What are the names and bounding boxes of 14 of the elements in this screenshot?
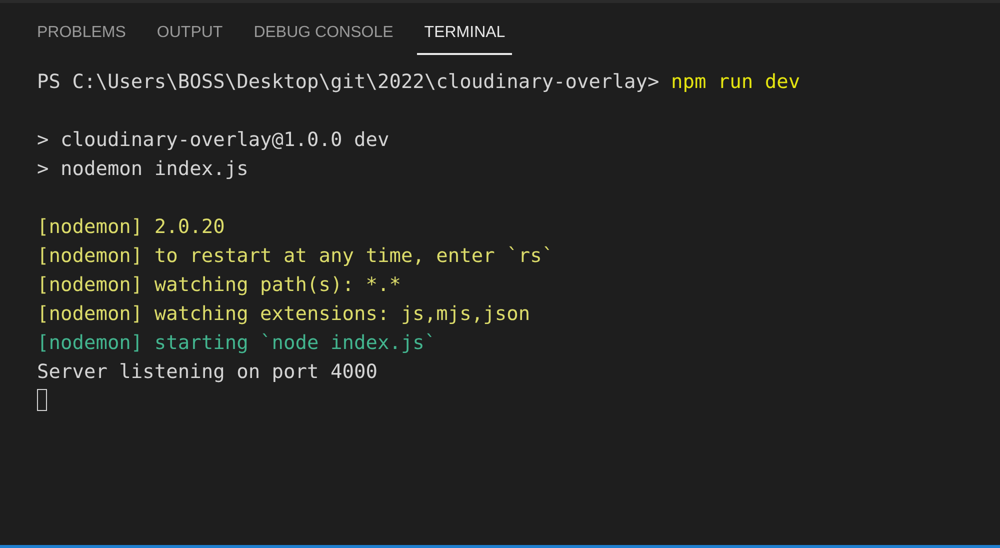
command-text: npm run dev (670, 70, 800, 93)
output-line: > nodemon index.js (37, 157, 248, 180)
output-line: [nodemon] 2.0.20 (37, 215, 225, 238)
output-line: [nodemon] starting `node index.js` (37, 331, 436, 354)
panel-tab[interactable]: OUTPUT (150, 11, 230, 55)
output-line: [nodemon] to restart at any time, enter `rs` (37, 244, 554, 267)
output-line: Server listening on port 4000 (37, 360, 378, 383)
panel-tab[interactable]: TERMINAL (417, 11, 512, 55)
panel-tab[interactable]: PROBLEMS (30, 11, 133, 55)
output-line: [nodemon] watching extensions: js,mjs,json (37, 302, 530, 325)
panel-tab[interactable]: DEBUG CONSOLE (246, 11, 400, 55)
prompt-text: PS C:\Users\BOSS\Desktop\git\2022\cloudinary-overlay> (37, 70, 660, 93)
output-line: > cloudinary-overlay@1.0.0 dev (37, 128, 390, 151)
output-line: [nodemon] watching path(s): *.* (37, 273, 401, 296)
